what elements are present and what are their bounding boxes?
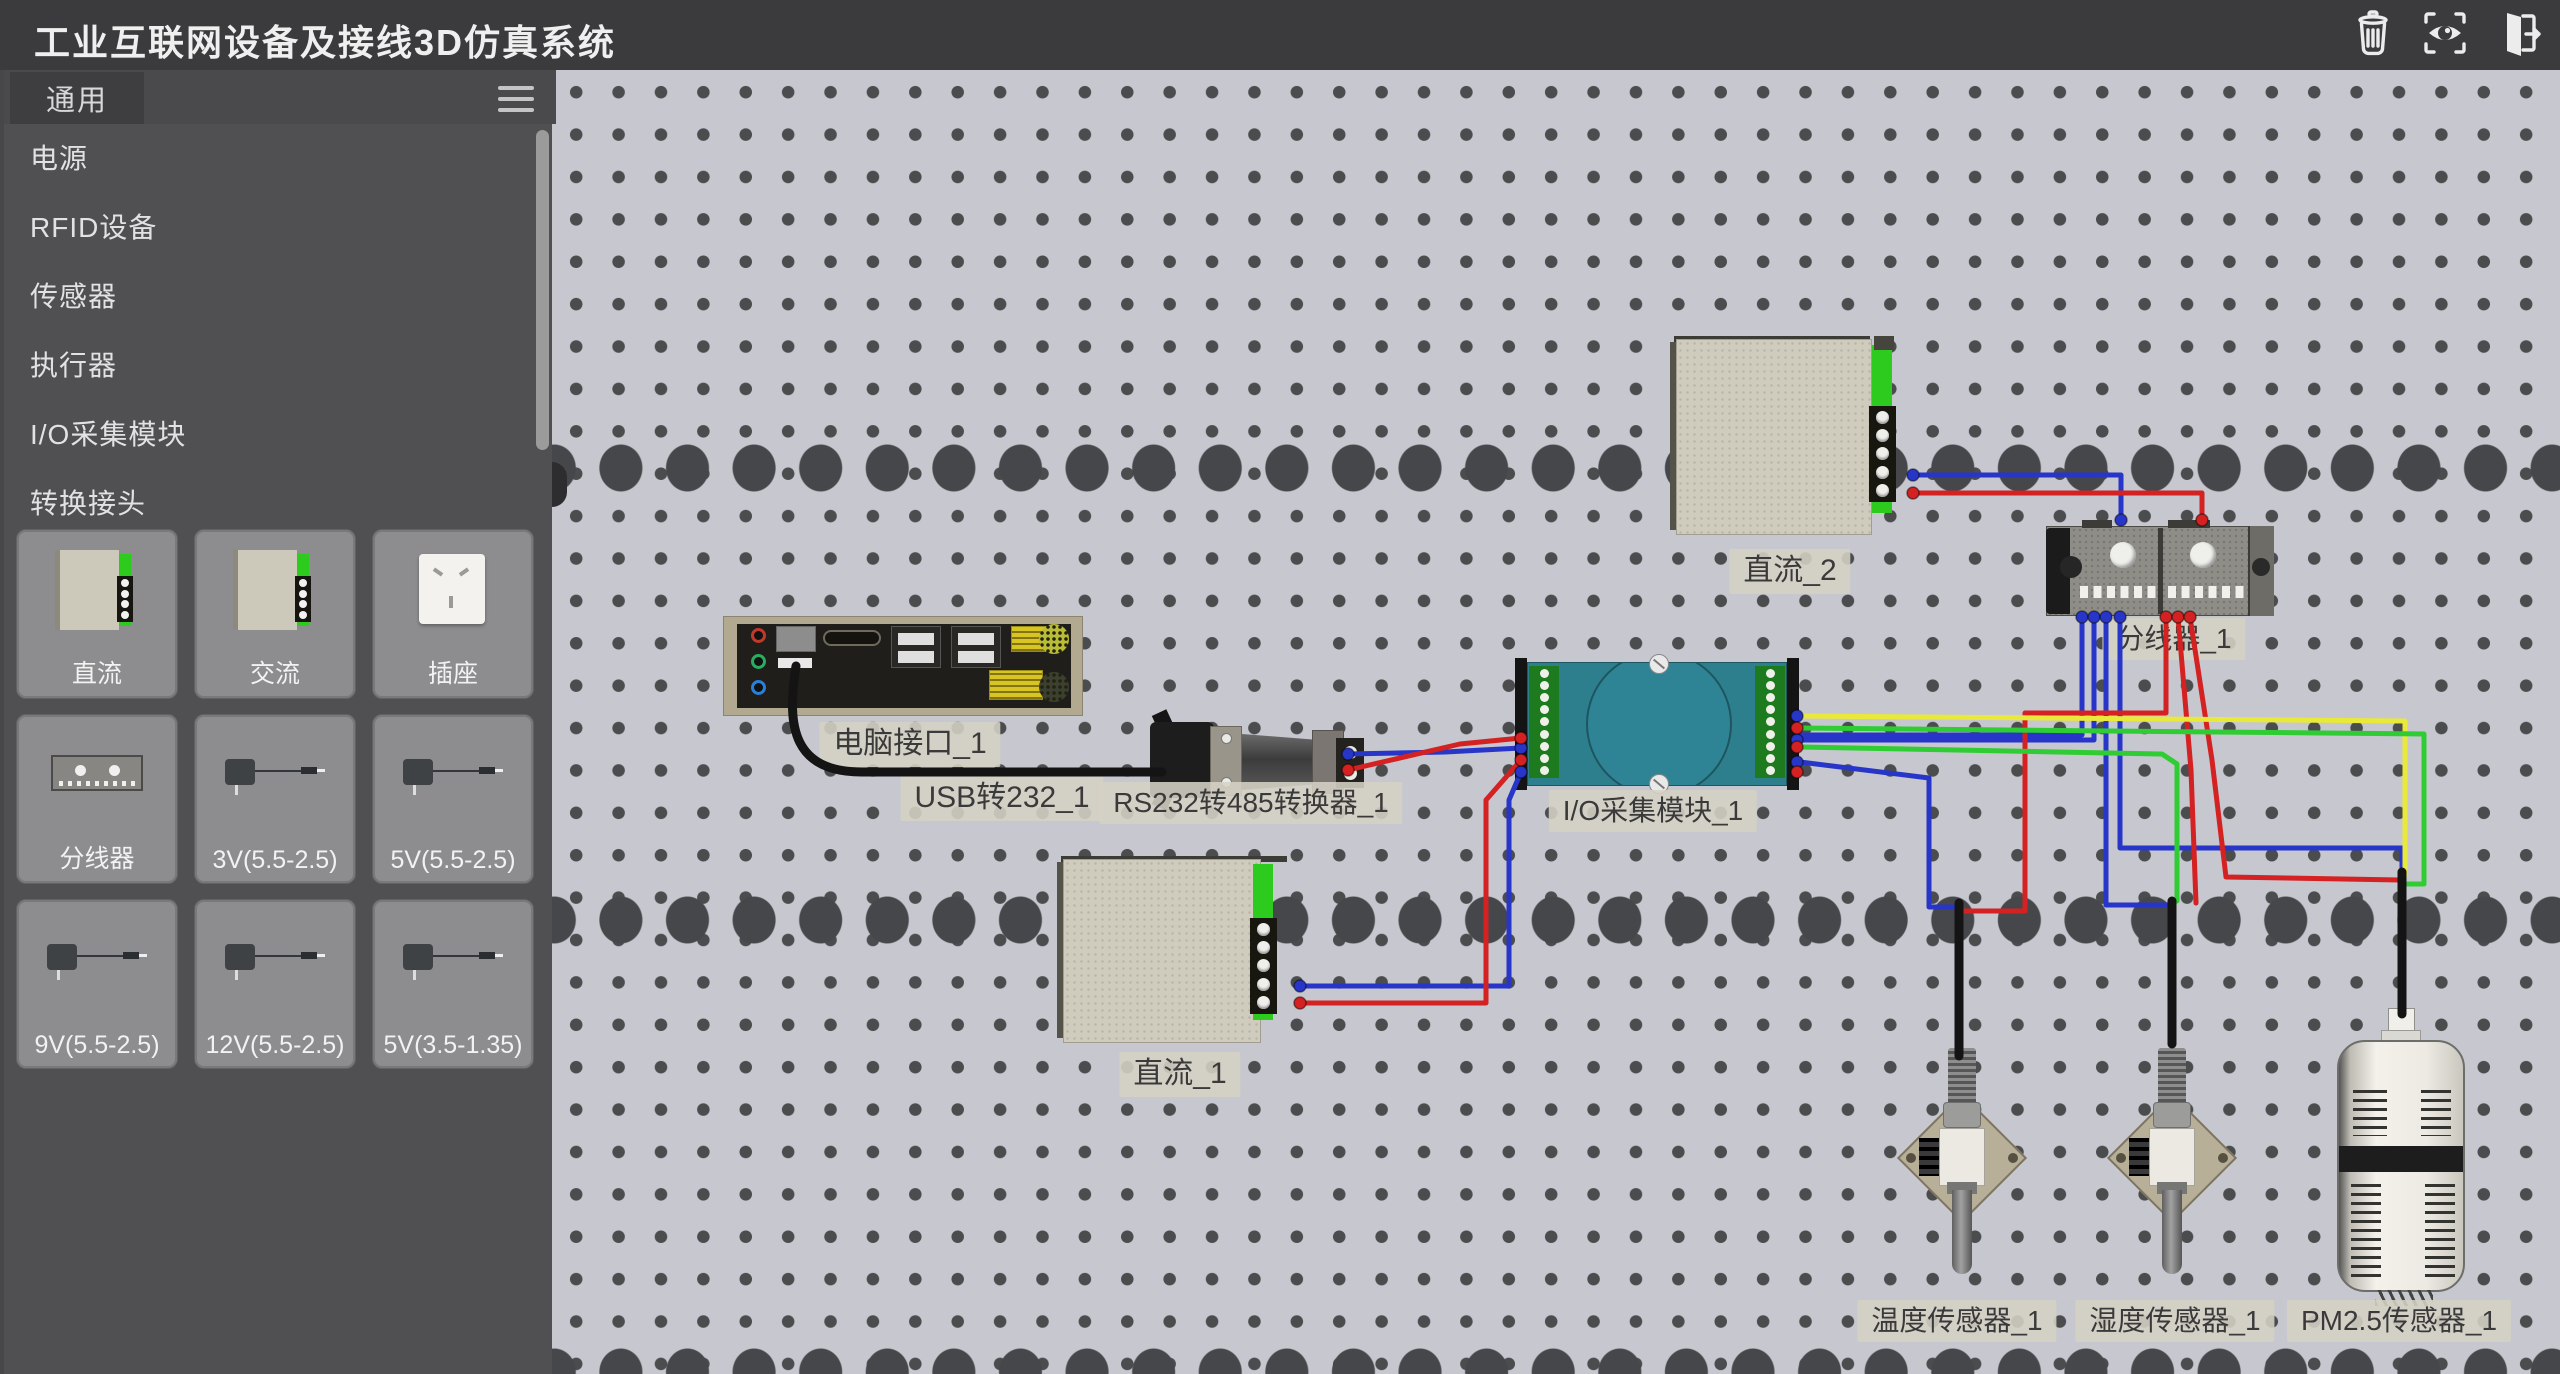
wire-blue[interactable] <box>2106 617 2172 905</box>
device-card-1[interactable]: 交流 <box>194 529 356 699</box>
device-card-label: 5V(5.5-2.5) <box>373 846 533 875</box>
device-label: I/O采集模块_1 <box>1549 790 1757 832</box>
adapter-thumbnail-icon <box>17 914 177 1014</box>
sidebar-category-3[interactable]: 执行器 <box>4 331 540 400</box>
device-card-7[interactable]: 12V(5.5-2.5) <box>194 899 356 1069</box>
device-computer-interface[interactable] <box>723 616 1083 716</box>
usb-plug <box>776 626 816 652</box>
device-label: 温度传感器_1 <box>1857 1300 2056 1342</box>
usb-ports <box>951 626 1001 668</box>
adapter-thumbnail-icon <box>373 729 533 829</box>
top-bar: 工业互联网设备及接线3D仿真系统 <box>0 0 2560 70</box>
device-card-label: 5V(3.5-1.35) <box>373 1031 533 1060</box>
exit-icon <box>2490 6 2544 65</box>
wire-blue[interactable] <box>1800 617 2094 740</box>
device-card-label: 分线器 <box>17 839 177 875</box>
socket-thumbnail-icon <box>373 544 533 644</box>
device-card-grid: 直流交流插座分线器 3V(5.5-2.5) 5V(5.5-2.5) 9V(5.5-2.… <box>16 529 538 1069</box>
splitter-thumbnail-icon <box>17 729 177 829</box>
tab-general[interactable]: 通用 <box>10 72 144 124</box>
device-card-label: 插座 <box>373 654 533 690</box>
terminal-strip-left[interactable] <box>1529 666 1559 778</box>
device-label: 分线器_1 <box>2102 618 2245 660</box>
device-card-label: 12V(5.5-2.5) <box>195 1031 355 1060</box>
device-card-label: 3V(5.5-2.5) <box>195 846 355 875</box>
device-dc-power-1[interactable] <box>1057 856 1289 1048</box>
device-card-3[interactable]: 分线器 <box>16 714 178 884</box>
sidebar-category-1[interactable]: RFID设备 <box>4 193 540 262</box>
device-label: 电脑接口_1 <box>819 722 1000 767</box>
terminal-block[interactable] <box>1250 918 1277 1014</box>
device-card-0[interactable]: 直流 <box>16 529 178 699</box>
usb-ports <box>891 626 941 668</box>
audio-jack-green <box>751 654 766 669</box>
device-card-label: 交流 <box>195 654 355 690</box>
device-card-label: 9V(5.5-2.5) <box>17 1031 177 1060</box>
device-label: USB转232_1 <box>900 776 1103 821</box>
hamburger-icon[interactable] <box>498 86 534 112</box>
adapter-thumbnail-icon <box>195 729 355 829</box>
wire-red[interactable] <box>1913 493 2202 520</box>
psu-thumbnail-icon <box>17 544 177 644</box>
sidebar-category-2[interactable]: 传感器 <box>4 262 540 331</box>
device-label: PM2.5传感器_1 <box>2287 1300 2511 1342</box>
simulation-canvas[interactable]: 直流_2 电脑接口_1 USB转232_1 RS232转485转换器_1 I/O… <box>552 70 2560 1374</box>
delete-button[interactable] <box>2344 6 2402 64</box>
device-label: 湿度传感器_1 <box>2075 1300 2274 1342</box>
sidebar-category-5[interactable]: 转换接头 <box>4 469 540 538</box>
exit-button[interactable] <box>2488 6 2546 64</box>
round-vent <box>1039 624 1069 654</box>
pegboard-hole-row <box>552 443 2560 493</box>
sidebar-scrollbar[interactable] <box>536 130 549 450</box>
app-title: 工业互联网设备及接线3D仿真系统 <box>34 14 616 66</box>
device-label: 直流_1 <box>1119 1052 1240 1097</box>
device-card-4[interactable]: 3V(5.5-2.5) <box>194 714 356 884</box>
device-label: 直流_2 <box>1729 549 1850 594</box>
audio-jack-blue <box>751 680 766 695</box>
device-card-6[interactable]: 9V(5.5-2.5) <box>16 899 178 1069</box>
device-card-5[interactable]: 5V(5.5-2.5) <box>372 714 534 884</box>
view-eye-icon <box>2418 6 2472 65</box>
toolbar <box>2344 6 2546 64</box>
audio-jack-red <box>751 628 766 643</box>
adapter-thumbnail-icon <box>373 914 533 1014</box>
wire-blue[interactable] <box>1800 762 1958 907</box>
adapter-thumbnail-icon <box>195 914 355 1014</box>
pegboard-hole-row <box>552 895 2560 945</box>
round-vent <box>1039 672 1069 702</box>
category-list: 电源RFID设备传感器执行器I/O采集模块转换接头 <box>4 124 540 538</box>
terminal-row[interactable] <box>2168 586 2246 598</box>
view-reset-button[interactable] <box>2416 6 2474 64</box>
tab-bar: 通用 <box>4 70 556 124</box>
device-card-8[interactable]: 5V(3.5-1.35) <box>372 899 534 1069</box>
device-pm25-sensor[interactable] <box>2337 1008 2467 1308</box>
wire-red[interactable] <box>1958 617 2166 911</box>
terminal-block[interactable] <box>1336 738 1364 788</box>
device-card-label: 直流 <box>17 654 177 690</box>
psu-thumbnail-icon <box>195 544 355 644</box>
terminal-strip-right[interactable] <box>1755 666 1785 778</box>
sidebar-category-4[interactable]: I/O采集模块 <box>4 400 540 469</box>
device-humidity-sensor[interactable] <box>2105 1040 2240 1280</box>
device-io-module[interactable] <box>1515 656 1799 792</box>
device-label: RS232转485转换器_1 <box>1099 782 1402 824</box>
trash-icon <box>2346 6 2400 65</box>
device-card-2[interactable]: 插座 <box>372 529 534 699</box>
device-library-panel: 通用 电源RFID设备传感器执行器I/O采集模块转换接头 直流交流插座分线器 3V… <box>0 70 552 1374</box>
sidebar-category-0[interactable]: 电源 <box>4 124 540 193</box>
device-splitter[interactable] <box>2046 524 2274 618</box>
pegboard-hole-row <box>552 1347 2560 1374</box>
device-temperature-sensor[interactable] <box>1895 1040 2030 1280</box>
device-dc-power-2[interactable] <box>1670 336 1902 542</box>
terminal-row[interactable] <box>2080 586 2158 598</box>
terminal-block[interactable] <box>1869 406 1896 502</box>
